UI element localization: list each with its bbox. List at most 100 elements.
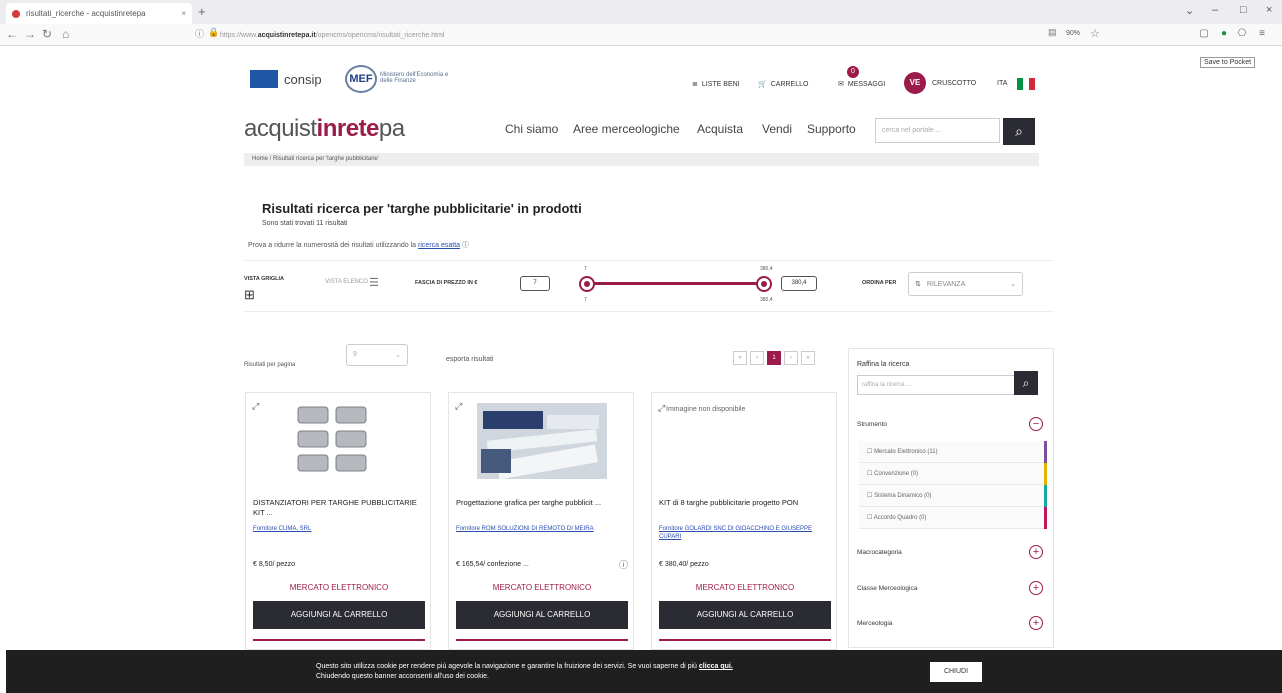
expand-icon[interactable]: + (1029, 616, 1043, 630)
product-card[interactable]: ⤢ Immagine non disponibile KIT di 8 targ… (651, 392, 837, 650)
extension-icon[interactable]: ● (1218, 28, 1230, 40)
expand-icon[interactable]: + (1029, 545, 1043, 559)
menu-vendi[interactable]: Vendi (762, 122, 792, 136)
tab-title: risultati_ricerche - acquistinretepa (26, 9, 146, 18)
product-image[interactable] (477, 403, 607, 479)
back-icon[interactable]: ← (6, 27, 18, 41)
forward-icon[interactable]: → (24, 27, 36, 41)
view-grid-label[interactable]: VISTA GRIGLIA (244, 276, 284, 282)
refine-search-input[interactable]: raffina la ricerca ... (857, 375, 1017, 395)
facet-strumento[interactable]: Strumento (857, 421, 887, 428)
info-icon[interactable]: ⓘ (619, 558, 628, 571)
facet-classe-merceologica[interactable]: Classe Merceologica (857, 585, 917, 592)
checkbox-icon[interactable]: ☐ (867, 449, 872, 455)
add-to-cart-button[interactable]: AGGIUNGI AL CARRELLO (253, 601, 425, 629)
menu-acquista[interactable]: Acquista (697, 122, 743, 136)
site-search-input[interactable]: cerca nel portale ... (875, 118, 1000, 143)
site-search-button[interactable]: ⌕ (1003, 118, 1035, 145)
reader-view-icon[interactable]: ▤ (1048, 27, 1057, 38)
browser-tab[interactable]: risultati_ricerche - acquistinretepa × (6, 3, 192, 24)
add-to-cart-button[interactable]: AGGIUNGI AL CARRELLO (456, 601, 628, 629)
collapse-icon[interactable]: − (1029, 417, 1043, 431)
consip-logo[interactable]: consip (250, 70, 322, 88)
user-avatar[interactable]: VE (904, 72, 926, 94)
strumento-item-label: Sistema Dinamico (0) (874, 493, 932, 499)
product-supplier-link[interactable]: Fornitore GOLARDI SNC DI GIOACCHINO E GI… (659, 525, 829, 541)
sort-select[interactable]: ⇅ RILEVANZA ⌄ (908, 272, 1023, 296)
minimize-icon[interactable]: – (1212, 4, 1218, 16)
account-icon[interactable]: ⎔ (1236, 28, 1248, 40)
checkbox-icon[interactable]: ☐ (867, 493, 872, 499)
facet-macrocategoria[interactable]: Macrocategoria (857, 549, 902, 556)
browser-nav-bar: ← → ↻ ⌂ https://www. acquistinretepa.it/o… (0, 24, 1282, 46)
compare-icon[interactable]: ⤢ (658, 403, 665, 414)
product-name[interactable]: DISTANZIATORI PER TARGHE PUBBLICITARIE K… (253, 498, 423, 518)
reload-icon[interactable]: ↻ (42, 27, 52, 41)
liste-beni-link[interactable]: ≣ LISTE BENI (692, 80, 740, 89)
price-slider-min-handle[interactable] (579, 276, 595, 292)
expand-icon[interactable]: + (1029, 581, 1043, 595)
zoom-level[interactable]: 90% (1066, 30, 1080, 37)
strumento-item-label: Convenzione (0) (874, 471, 919, 477)
product-supplier-link[interactable]: Fornitore CUMA, SRL (253, 525, 423, 533)
language-selector[interactable]: ITA (997, 80, 1007, 87)
close-window-icon[interactable]: × (1266, 4, 1272, 16)
cookie-more-link[interactable]: clicca qui. (699, 663, 733, 670)
liste-beni-label: LISTE BENI (701, 80, 740, 88)
price-slider-max-handle[interactable] (756, 276, 772, 292)
cruscotto-link[interactable]: CRUSCOTTO (932, 80, 976, 87)
carrello-link[interactable]: 🛒 CARRELLO (758, 80, 808, 89)
site-logo[interactable]: acquistinretepa (244, 115, 405, 143)
compare-icon[interactable]: ⤢ (252, 401, 259, 412)
tabs-overflow-icon[interactable]: ⌄ (1185, 4, 1194, 17)
checkbox-icon[interactable]: ☐ (867, 471, 872, 477)
grid-view-icon[interactable]: ⊞ (244, 287, 255, 303)
refine-search-button[interactable]: ⌕ (1014, 371, 1038, 395)
product-price: € 380,40/ pezzo (659, 561, 709, 568)
prev-page-button[interactable]: ‹ (750, 351, 764, 365)
first-page-button[interactable]: « (733, 351, 747, 365)
view-list-label[interactable]: VISTA ELENCO (325, 279, 368, 285)
maximize-icon[interactable]: □ (1240, 4, 1247, 16)
menu-chi-siamo[interactable]: Chi siamo (505, 122, 558, 136)
site-info-icon[interactable]: ⓘ (195, 27, 204, 40)
product-name[interactable]: KIT di 8 targhe pubblicitarie progetto P… (659, 498, 829, 508)
strumento-item[interactable]: ☐ Convenzione (0) (859, 463, 1047, 485)
product-card[interactable]: ⤢ DISTANZIATORI PER TARGHE PUBBLICITARIE… (245, 392, 431, 650)
product-image[interactable] (296, 403, 376, 483)
bookmark-star-icon[interactable]: ☆ (1090, 27, 1100, 40)
cookie-close-button[interactable]: CHIUDI (930, 662, 982, 682)
add-to-cart-button[interactable]: AGGIUNGI AL CARRELLO (659, 601, 831, 629)
messages-count-badge: 0 (847, 66, 859, 78)
home-icon[interactable]: ⌂ (62, 27, 69, 41)
close-tab-icon[interactable]: × (181, 9, 186, 18)
checkbox-icon[interactable]: ☐ (867, 515, 872, 521)
next-page-button[interactable]: › (784, 351, 798, 365)
product-supplier-link[interactable]: Fornitore ROM SOLUZIONI DI REMOTO DI MEI… (456, 525, 626, 533)
new-tab-icon[interactable]: + (198, 4, 206, 19)
page-1-button[interactable]: 1 (767, 351, 781, 365)
strumento-item[interactable]: ☐ Mercato Elettronico (11) (859, 441, 1047, 463)
search-icon: ⌕ (1015, 123, 1023, 139)
menu-supporto[interactable]: Supporto (807, 122, 856, 136)
pocket-icon[interactable]: ▢ (1198, 28, 1210, 40)
last-page-button[interactable]: » (801, 351, 815, 365)
menu-icon[interactable]: ≡ (1256, 28, 1268, 40)
product-name[interactable]: Progettazione grafica per targhe pubblic… (456, 498, 626, 508)
lock-icon[interactable]: 🔒 (208, 27, 219, 38)
product-card[interactable]: ⤢ Progettazione grafica per targhe pubbl… (448, 392, 634, 650)
price-max-input[interactable]: 380,4 (781, 276, 817, 291)
export-results-link[interactable]: esporta risultati (446, 356, 493, 363)
per-page-select[interactable]: 9 ⌄ (346, 344, 408, 366)
strumento-item[interactable]: ☐ Sistema Dinamico (0) (859, 485, 1047, 507)
url-bar[interactable]: https://www. acquistinretepa.it/opencms/o… (190, 26, 970, 44)
list-view-icon[interactable]: ☰ (369, 276, 379, 289)
exact-search-link[interactable]: ricerca esatta (418, 242, 460, 249)
compare-icon[interactable]: ⤢ (455, 401, 462, 412)
mef-logo[interactable]: MEF (345, 65, 377, 93)
price-min-input[interactable]: 7 (520, 276, 550, 291)
strumento-item[interactable]: ☐ Accordo Quadro (0) (859, 507, 1047, 529)
messaggi-link[interactable]: ✉ MESSAGGI (838, 80, 885, 89)
menu-aree-merceologiche[interactable]: Aree merceologiche (573, 122, 680, 136)
facet-merceologia[interactable]: Merceologia (857, 620, 892, 627)
